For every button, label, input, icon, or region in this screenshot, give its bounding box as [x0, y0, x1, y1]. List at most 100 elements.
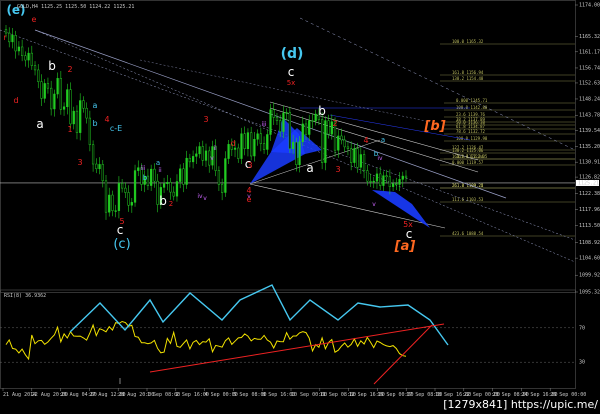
price-tick-label: 1148.24: [579, 96, 600, 102]
candle-body: [20, 46, 24, 56]
wave-label: 1: [67, 125, 72, 134]
candle-body: [256, 133, 259, 140]
fib-label: 161.8 1122.04: [452, 154, 484, 159]
candle-body: [291, 141, 295, 149]
price-tick-label: 1130.91: [579, 160, 600, 166]
candle-body: [301, 123, 304, 143]
candle-body: [304, 123, 308, 135]
candle-body: [250, 132, 253, 157]
price-tick-label: 1122.38: [579, 191, 600, 197]
wave-label: 3: [77, 158, 82, 167]
candle-body: [172, 191, 175, 197]
fib-label: 423.6 1088.54: [452, 231, 484, 236]
candle-body: [259, 133, 262, 144]
candle-body: [66, 89, 69, 108]
candle-body: [353, 148, 356, 163]
candle-body: [188, 157, 192, 163]
candle-body: [253, 138, 256, 157]
candle-body: [372, 180, 375, 183]
wave-label: [a]: [394, 239, 416, 254]
candle-body: [56, 78, 59, 95]
candle-body: [369, 180, 372, 183]
wave-label: iv: [197, 193, 203, 200]
price-tick-label: 1113.50: [579, 223, 600, 229]
candle-body: [401, 175, 404, 180]
fib-label: 78.6 1132.72: [456, 129, 485, 134]
candle-body: [398, 179, 401, 185]
candle-body: [308, 120, 311, 135]
candle-body: [108, 194, 111, 213]
candle-body: [311, 120, 314, 122]
candle-body: [217, 170, 221, 185]
candle-body: [111, 194, 114, 211]
candle-body: [204, 150, 208, 161]
candle-body: [166, 182, 169, 184]
wave-label: ii: [213, 145, 217, 152]
candle-body: [79, 100, 82, 133]
wave-label: (d): [281, 46, 304, 62]
price-tick-label: 1152.63: [579, 80, 600, 86]
candle-body: [350, 148, 353, 163]
wave-label: a: [306, 161, 313, 175]
candle-body: [385, 175, 388, 178]
wave-label: 3: [247, 161, 252, 170]
candle-body: [233, 147, 237, 150]
candle-body: [17, 46, 21, 52]
candle-body: [98, 164, 101, 170]
wave-label: [b]: [423, 119, 445, 134]
candle-body: [279, 120, 282, 132]
price-tick-label: 1104.60: [579, 256, 600, 262]
rsi-info: RSI(8) 36.9362: [4, 293, 47, 299]
candle-body: [85, 107, 88, 119]
candle-body: [8, 32, 11, 43]
wave-label: (c): [113, 237, 130, 252]
candle-body: [46, 83, 50, 89]
candle-body: [153, 168, 156, 182]
candle-body: [237, 147, 240, 159]
price-tick-label: 1156.74: [579, 65, 600, 71]
candle-body: [50, 87, 53, 110]
wave-label: 2: [169, 200, 173, 208]
candle-body: [133, 170, 137, 203]
candle-body: [95, 163, 98, 170]
candle-body: [162, 183, 166, 188]
candle-body: [404, 175, 408, 178]
wave-label: v: [372, 201, 376, 208]
wave-label: 3: [335, 165, 340, 174]
price-tick-label: 1174.00: [579, 3, 600, 9]
candle-body: [117, 183, 121, 211]
price-panel: [0, 0, 600, 414]
candle-body: [295, 141, 298, 166]
candle-body: [14, 35, 17, 52]
watermark: [1279x841] https://upic.me/: [443, 398, 598, 411]
wave-label: v: [210, 155, 214, 162]
fib-label: 261.8 1109.24: [452, 183, 484, 188]
candle-body: [220, 184, 224, 193]
candle-body: [30, 52, 33, 66]
candle-body: [175, 181, 179, 197]
candle-body: [337, 135, 340, 151]
wave-label: iii: [140, 165, 145, 172]
fib-label: 161.8 1156.94: [452, 70, 484, 75]
candle-body: [266, 134, 269, 150]
price-tick-label: 1143.78: [579, 113, 600, 119]
candle-body: [69, 89, 72, 125]
fib-label: 0.000 1119.57: [452, 160, 484, 165]
wave-label: b: [318, 104, 326, 118]
fib-label: 0.000 1145.71: [456, 98, 488, 103]
candle-body: [179, 168, 182, 182]
price-tick-label: 1139.54: [579, 128, 600, 134]
candle-body: [288, 112, 292, 149]
wave-label: b: [159, 194, 167, 208]
candle-body: [72, 110, 75, 125]
wave-label: 4: [363, 136, 368, 145]
candle-body: [343, 139, 346, 148]
wave-label: b: [48, 59, 56, 73]
candle-body: [282, 112, 285, 132]
candle-body: [224, 158, 227, 193]
price-tick-label: 1108.92: [579, 240, 600, 246]
candle-body: [24, 55, 27, 61]
fib-label: 100.0 1142.80: [456, 105, 488, 110]
candle-body: [82, 100, 85, 109]
candle-body: [298, 141, 301, 166]
